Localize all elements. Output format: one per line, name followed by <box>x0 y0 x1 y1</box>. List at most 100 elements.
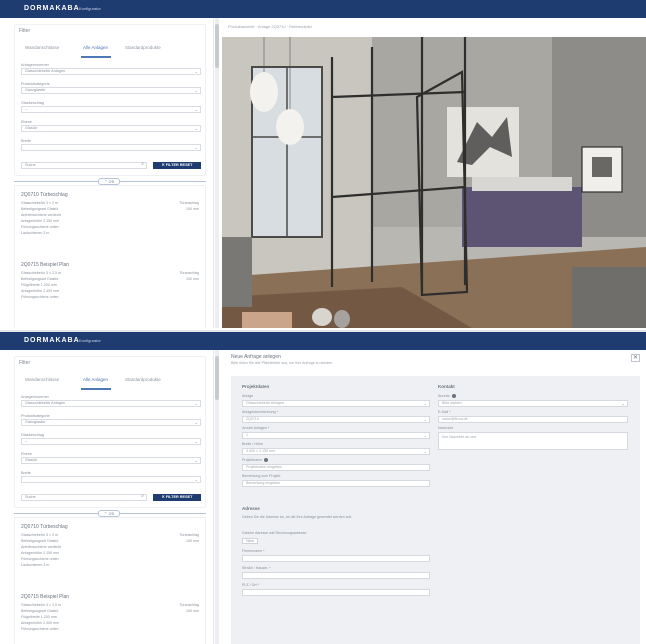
ebene-select[interactable]: Glastür ⌄ <box>21 125 201 132</box>
form-heading: Neue Anfrage anlegen <box>231 354 281 360</box>
field-label: Anlage <box>242 394 254 398</box>
field-label: Anlagennummer <box>21 63 49 67</box>
chevron-down-icon: ⌄ <box>194 477 198 482</box>
scrollbar[interactable] <box>215 350 219 644</box>
produktkategorie-select[interactable]: Ganzglastür ⌄ <box>21 87 201 94</box>
anrede-select[interactable]: Bitte wählen ⌄ <box>438 400 628 407</box>
results-list: 2Q0710 Türbeschlag Glasschiebetür 3 × 2 … <box>14 517 206 644</box>
filter-panel: Filter Wandanschlüsse Alle Anlagen Stand… <box>0 18 214 328</box>
field-label: Glasbeschlag <box>21 101 45 105</box>
search-input[interactable]: Suche ⌕ <box>21 494 147 501</box>
chevron-down-icon: ⌄ <box>423 433 427 438</box>
results-list: 2Q0710 Türbeschlag Glasschiebetür 3 × 2 … <box>14 185 206 328</box>
request-form-panel: Neue Anfrage anlegen Bitte füllen Sie al… <box>222 350 646 644</box>
projektdaten-title: Projektdaten <box>242 384 270 389</box>
filter-panel: Filter Wandanschlüsse Alle Anlagen Stand… <box>0 350 214 644</box>
field-label: Projektname <box>242 458 269 463</box>
glasbeschlag-select[interactable]: -- ⌄ <box>21 438 201 445</box>
screen-viewer: DORMAKABA Konfigurator Filter Wandanschl… <box>0 0 646 328</box>
kontakt-title: Kontakt <box>438 384 455 389</box>
breite-select[interactable]: ⌄ <box>21 476 201 483</box>
filter-tabs: Wandanschlüsse Alle Anlagen Standardprod… <box>21 377 201 390</box>
field-label: Breite <box>21 139 31 143</box>
scrollbar-thumb[interactable] <box>215 356 219 400</box>
filter-title: Filter <box>19 360 31 366</box>
list-item[interactable]: 2Q0715 Beispiel Plan Glasschiebetür 3 × … <box>21 594 199 633</box>
close-button[interactable]: ✕ <box>631 354 640 362</box>
tab-wandanschluesse[interactable]: Wandanschlüsse <box>25 377 59 382</box>
chevron-down-icon: ⌄ <box>423 449 427 454</box>
filter-box: Filter Wandanschlüsse Alle Anlagen Stand… <box>14 24 206 176</box>
result-title: 2Q0710 Türbeschlag <box>21 524 68 530</box>
info-icon <box>264 458 269 463</box>
chevron-down-icon: ⌄ <box>194 69 198 74</box>
tab-alle-anlagen[interactable]: Alle Anlagen <box>83 45 108 50</box>
filter-tabs: Wandanschlüsse Alle Anlagen Standardprod… <box>21 45 201 58</box>
strasse-input[interactable] <box>242 572 430 579</box>
result-title: 2Q0715 Beispiel Plan <box>21 594 70 600</box>
active-tab-indicator <box>81 388 111 390</box>
filter-reset-button[interactable]: ✕ FILTER RESET <box>153 494 201 501</box>
tab-alle-anlagen[interactable]: Alle Anlagen <box>83 377 108 382</box>
search-icon[interactable]: ⌕ <box>141 494 144 499</box>
field-label: Produktkategorie <box>21 82 50 86</box>
field-label: Bemerkung zum Projekt <box>242 474 281 478</box>
filter-reset-button[interactable]: ✕ FILTER RESET <box>153 162 201 169</box>
filter-title: Filter <box>19 28 31 34</box>
scrollbar-thumb[interactable] <box>215 24 219 68</box>
tab-standardprodukte[interactable]: Standardprodukte <box>125 377 161 382</box>
ebene-select[interactable]: Glastür ⌄ <box>21 457 201 464</box>
projektname-input[interactable]: Projektname eingeben <box>242 464 430 471</box>
plz-ort-input[interactable] <box>242 589 430 596</box>
result-title: 2Q0710 Türbeschlag <box>21 192 68 198</box>
chevron-down-icon: ⌄ <box>194 458 198 463</box>
brand-logo[interactable]: DORMAKABA <box>24 337 80 344</box>
message-textarea[interactable]: Ihre Nachricht an uns <box>438 432 628 450</box>
produktkategorie-select[interactable]: Ganzglastür ⌄ <box>21 419 201 426</box>
top-bar: DORMAKABA Konfigurator <box>0 0 646 18</box>
field-label: Anrede <box>438 394 456 399</box>
chevron-down-icon: ⌄ <box>194 126 198 131</box>
tab-wandanschluesse[interactable]: Wandanschlüsse <box>25 45 59 50</box>
room-photo <box>222 37 646 328</box>
form-subheading: Bitte füllen Sie alle Pflichtfelder aus,… <box>231 361 334 365</box>
glasbeschlag-select[interactable]: -- ⌄ <box>21 106 201 113</box>
field-label: Firmenname * <box>242 549 265 553</box>
brand-tagline: Konfigurator <box>79 338 101 343</box>
tab-standardprodukte[interactable]: Standardprodukte <box>125 45 161 50</box>
anlagennummer-select[interactable]: Glasschiebetür Anlagen ⌄ <box>21 400 201 407</box>
search-icon[interactable]: ⌕ <box>141 162 144 167</box>
bemerkung-input[interactable]: Bemerkung eingeben <box>242 480 430 487</box>
pagination-toggle[interactable]: ⌃ 2/5 <box>98 178 120 185</box>
same-address-checkbox[interactable]: Nein <box>242 538 258 544</box>
brand-logo[interactable]: DORMAKABA <box>24 5 80 12</box>
field-label: Anzahl Anlagen * <box>242 426 270 430</box>
scrollbar[interactable] <box>215 18 219 328</box>
anlagennummer-select[interactable]: Glasschiebetür Anlagen ⌄ <box>21 68 201 75</box>
firmenname-input[interactable] <box>242 555 430 562</box>
chevron-down-icon: ⌄ <box>194 439 198 444</box>
anlagenbezeichnung-select[interactable]: 2Q0710 ⌄ <box>242 416 430 423</box>
filter-box: Filter Wandanschlüsse Alle Anlagen Stand… <box>14 356 206 508</box>
chevron-down-icon: ⌄ <box>194 88 198 93</box>
pagination-toggle[interactable]: ⌃ 2/5 <box>98 510 120 517</box>
anzahl-select[interactable]: 1 ⌄ <box>242 432 430 439</box>
search-input[interactable]: Suche ⌕ <box>21 162 147 169</box>
field-label: Anlagennummer <box>21 395 49 399</box>
field-label: Nachricht <box>438 426 454 430</box>
field-label: Straße / Hausnr. * <box>242 566 271 570</box>
list-item[interactable]: 2Q0710 Türbeschlag Glasschiebetür 3 × 2 … <box>21 524 199 569</box>
screen-request-form: DORMAKABA Konfigurator Filter Wandanschl… <box>0 330 646 644</box>
email-input[interactable]: name@firma.de <box>438 416 628 423</box>
masse-select[interactable]: 3.000 × 2.150 mm ⌄ <box>242 448 430 455</box>
chevron-down-icon: ⌄ <box>621 401 625 406</box>
field-label: Produktkategorie <box>21 414 50 418</box>
anlage-select[interactable]: Glasschiebetür Anlagen ⌄ <box>242 400 430 407</box>
viewer-panel: Produktansicht · Anlage 2Q0710 · Referen… <box>222 18 646 328</box>
list-item[interactable]: 2Q0710 Türbeschlag Glasschiebetür 3 × 2 … <box>21 192 199 237</box>
adresse-text: Geben Sie die Adresse an, an die Ihre An… <box>242 515 353 519</box>
breite-select[interactable]: ⌄ <box>21 144 201 151</box>
list-item[interactable]: 2Q0715 Beispiel Plan Glasschiebetür 3 × … <box>21 262 199 301</box>
result-title: 2Q0715 Beispiel Plan <box>21 262 70 268</box>
chevron-down-icon: ⌄ <box>423 417 427 422</box>
